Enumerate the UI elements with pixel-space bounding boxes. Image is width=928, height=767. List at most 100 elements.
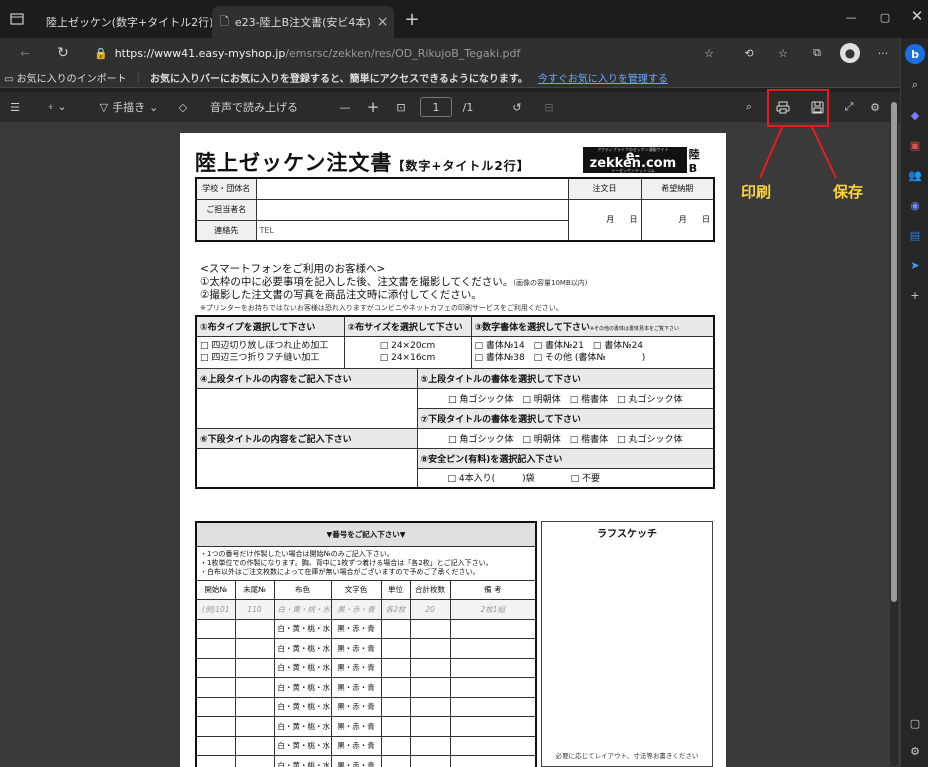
maximize-icon[interactable]: ▢ — [876, 8, 894, 26]
label-desired-date: 希望納期 — [640, 177, 715, 200]
customer-info-table: 学校・団体名 注文日 希望納期 ご担当者名 月 日 月 日 連絡先 TEL — [195, 177, 715, 242]
table-row[interactable]: 白・黄・桃・水 黒・赤・青 — [195, 677, 537, 698]
scrollbar[interactable] — [890, 94, 898, 766]
zoom-out-icon[interactable]: — — [336, 98, 354, 116]
school-field[interactable] — [255, 177, 569, 200]
doc-title-sub: 【数字+タイトル2行】 — [392, 159, 530, 173]
table-row[interactable]: 白・黄・桃・水 黒・赤・青 — [195, 755, 537, 767]
options-table: ①布タイプを選択して下さい ②布サイズを選択して下さい ③数字書体を選択して下さ… — [195, 315, 715, 489]
outlook-icon[interactable]: ▤ — [905, 226, 925, 244]
refresh-icon[interactable]: ↻ — [54, 44, 72, 62]
games-icon[interactable]: ◉ — [905, 196, 925, 214]
table-row[interactable]: 白・黄・桃・水 黒・赤・青 — [195, 696, 537, 717]
eraser-icon[interactable]: ◇ — [174, 98, 192, 116]
zoom-in-icon[interactable]: + — [364, 98, 382, 116]
table-row[interactable]: 白・黄・桃・水 黒・赤・青 — [195, 735, 537, 756]
search-icon[interactable]: ⌕ — [905, 76, 925, 94]
upper-title-header: ④上段タイトルの内容をご記入下さい — [195, 367, 418, 389]
desired-date-field[interactable]: 月 日 — [640, 198, 715, 242]
sketch-header: ラフスケッチ — [597, 529, 657, 540]
numbers-notes: ・1つの番号だけ作製したい場合は開始№のみご記入下さい。 ・1枚単位での作製になり… — [195, 545, 537, 581]
page-number-input[interactable]: 1 — [420, 97, 452, 117]
pdf-toolbar: ☰ ⍖ ⌄ ▽ 手描き ⌄ ◇ 音声で読み上げる — + ⊡ 1 /1 ↺ ⊟ … — [0, 92, 900, 122]
cloth-size-header: ②布サイズを選択して下さい — [343, 315, 472, 337]
lower-title-field[interactable] — [195, 447, 418, 489]
number-font-options[interactable]: □ 書体№14 □ 書体№21 □ 書体№24 □ 書体№38 □ その他 (書体… — [470, 335, 715, 369]
search-icon[interactable]: ⌕ — [740, 98, 758, 116]
label-school: 学校・団体名 — [195, 177, 257, 200]
tag-icon[interactable]: ◆ — [905, 106, 925, 124]
cloth-size-options[interactable]: □ 24×20cm □ 24×16cm — [343, 335, 472, 369]
tools-icon[interactable]: ▣ — [905, 136, 925, 154]
lower-font-header: ⑦下段タイトルの書体を選択して下さい — [416, 407, 715, 429]
extensions-icon[interactable]: ⟲ — [740, 44, 758, 62]
url-path: /emsrsc/zekken/res/OD_RikujoB_Tegaki.pdf — [285, 46, 521, 60]
tab-actions-icon[interactable] — [8, 10, 26, 28]
upper-title-field[interactable] — [195, 387, 418, 429]
new-tab-icon[interactable]: + — [402, 9, 422, 30]
scrollbar-thumb[interactable] — [891, 102, 897, 602]
table-row[interactable]: 白・黄・桃・水 黒・赤・青 — [195, 638, 537, 659]
fullscreen-icon[interactable]: ⤢ — [840, 98, 858, 116]
read-aloud-button[interactable]: 音声で読み上げる — [206, 98, 302, 116]
tel-field[interactable]: TEL — [255, 219, 569, 242]
logo-tag: 陸B — [686, 145, 710, 175]
cloth-type-header: ①布タイプを選択して下さい — [195, 315, 345, 337]
table-row[interactable]: 白・黄・桃・水 黒・赤・青 — [195, 716, 537, 737]
more-menu-icon[interactable]: ··· — [874, 44, 892, 62]
brand-logo: アクティブライフのゼッケン通販サイト e-zekken.com イーゼッケンドッ… — [583, 145, 710, 175]
draw-button[interactable]: ▽ 手描き ⌄ — [94, 98, 164, 116]
close-tab-icon[interactable]: × — [377, 14, 389, 30]
add-icon[interactable]: + — [905, 286, 925, 304]
notice-head: <スマートフォンをご利用のお客様へ> — [200, 263, 386, 275]
document-icon: 🗋 — [220, 14, 229, 28]
pdf-page: 陸上ゼッケン注文書【数字+タイトル2行】 アクティブライフのゼッケン通販サイト … — [180, 133, 726, 767]
page-view-icon[interactable]: ⊟ — [540, 98, 558, 116]
manage-favorites-link[interactable]: 今すぐお気に入りを管理する — [538, 70, 668, 85]
sidebar-toggle-icon[interactable]: ▢ — [905, 714, 925, 732]
numbers-table: ▼番号をご記入下さい▼ ・1つの番号だけ作製したい場合は開始№のみご記入下さい。… — [195, 521, 538, 767]
import-favorites[interactable]: ▭ お気に入りのインポート — [4, 70, 127, 85]
cloth-type-options[interactable]: □ 四辺切り放しほつれ止め加工 □ 四辺三つ折りフチ縫い加工 — [195, 335, 345, 369]
table-row[interactable]: 白・黄・桃・水 黒・赤・青 — [195, 618, 537, 639]
url-host: https://www41.easy-myshop.jp — [114, 46, 286, 60]
rough-sketch-area[interactable]: ラフスケッチ 必要に応じてレイアウト、寸法等お書きください — [541, 521, 713, 767]
bing-chat-icon[interactable]: b — [905, 44, 925, 64]
safety-pin-options[interactable]: □ 4本入り( )袋 □ 不要 — [416, 467, 715, 489]
contents-icon[interactable]: ☰ — [6, 98, 24, 116]
print-annotation: 印刷 — [741, 183, 772, 201]
favorites-icon[interactable]: ☆ — [774, 44, 792, 62]
address-bar: ← ↻ 🔒 https://www41.easy-myshop.jp/emsrs… — [0, 38, 900, 68]
collections-icon[interactable]: ⧉ — [808, 44, 826, 62]
label-contact: 連絡先 — [195, 219, 257, 242]
send-icon[interactable]: ➤ — [905, 256, 925, 274]
upper-font-header: ⑤上段タイトルの書体を選択して下さい — [416, 367, 715, 389]
rotate-icon[interactable]: ↺ — [508, 98, 526, 116]
tab-pdf[interactable]: 🗋 e23-陸上B注文書(安ビ4本) × — [212, 6, 394, 38]
people-icon[interactable]: 👥 — [905, 166, 925, 184]
favorite-star-icon[interactable]: ☆ — [700, 44, 718, 62]
label-person: ご担当者名 — [195, 198, 257, 221]
table-row[interactable]: 白・黄・桃・水 黒・赤・青 — [195, 657, 537, 678]
upper-font-options[interactable]: □ 角ゴシック体 □ 明朝体 □ 楷書体 □ 丸ゴシック体 — [416, 387, 715, 409]
fit-page-icon[interactable]: ⊡ — [392, 98, 410, 116]
close-window-icon[interactable]: ✕ — [908, 7, 926, 25]
label-order-date: 注文日 — [567, 177, 642, 200]
col-remarks: 備 考 — [449, 579, 537, 600]
col-total: 合計枚数 — [409, 579, 451, 600]
settings-icon[interactable]: ⚙ — [866, 98, 884, 116]
number-font-header: ③数字書体を選択して下さい※その他の書体は書体見本をご覧下さい — [470, 315, 715, 337]
lower-font-options[interactable]: □ 角ゴシック体 □ 明朝体 □ 楷書体 □ 丸ゴシック体 — [416, 427, 715, 449]
person-field[interactable] — [255, 198, 569, 221]
url-field[interactable]: 🔒 https://www41.easy-myshop.jp/emsrsc/ze… — [94, 42, 704, 64]
notice-line-2: ②撮影した注文書の写真を商品注文時に添付してください。 — [200, 289, 482, 301]
order-date-field[interactable]: 月 日 — [567, 198, 642, 242]
lock-icon: 🔒 — [94, 46, 108, 60]
example-row: (例)101 110 白・黄・桃・水 黒・赤・青 各2枚 20 2枚1組 — [195, 599, 537, 620]
profile-avatar[interactable]: ● — [840, 43, 860, 63]
highlight-icon[interactable]: ⍖ ⌄ — [40, 98, 74, 116]
sidebar-settings-icon[interactable]: ⚙ — [905, 742, 925, 760]
minimize-icon[interactable]: — — [842, 8, 860, 26]
tab-rikujo-zekken[interactable]: 陸上ゼッケン(数字+タイトル2行) | ≪ × — [32, 6, 253, 38]
back-icon[interactable]: ← — [16, 44, 34, 62]
